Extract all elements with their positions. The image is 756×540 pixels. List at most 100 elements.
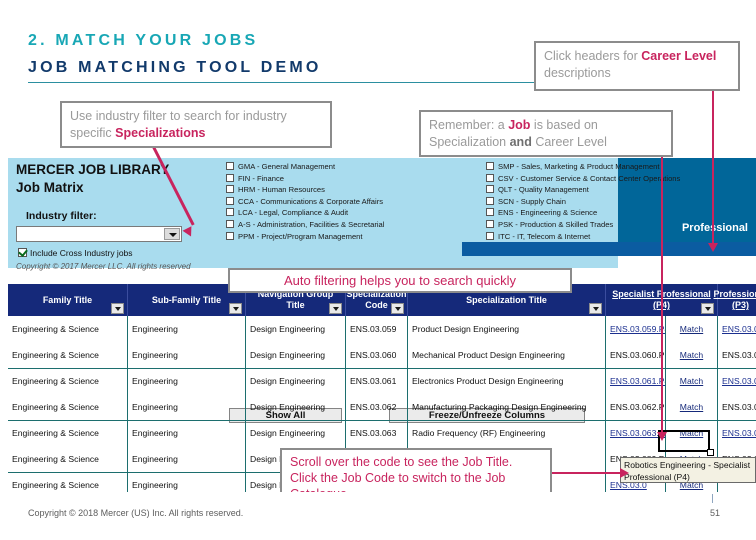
include-cross-industry-label: Include Cross Industry jobs [30, 248, 133, 258]
table-cell: Engineering & Science [8, 394, 128, 420]
table-cell[interactable]: ENS.03.059.P30 [718, 316, 756, 342]
grid-header-professional-p3[interactable]: Professional (P3) [713, 284, 756, 316]
family-filter-csv[interactable]: CSV - Customer Service & Contact Center … [486, 173, 680, 185]
checkbox-icon-smp[interactable] [486, 162, 494, 170]
table-cell[interactable]: ENS.03.061.P30 [718, 368, 756, 394]
checkbox-icon-ppm[interactable] [226, 231, 234, 240]
table-cell: Engineering [128, 368, 246, 394]
family-filter-ppm[interactable]: PPM - Project/Program Management [226, 231, 384, 243]
callout-remember-p1: Remember: a [429, 118, 509, 132]
app-title-line2: Job Matrix [16, 180, 84, 195]
family-label-hrm: HRM - Human Resources [238, 185, 325, 195]
table-row[interactable]: Engineering & ScienceEngineeringDesign E… [8, 316, 756, 342]
family-filter-qlt[interactable]: QLT - Quality Management [486, 184, 680, 196]
table-row[interactable]: Engineering & ScienceEngineeringDesign E… [8, 368, 756, 394]
grid-header-label: Sub-Family Title [151, 294, 222, 305]
table-cell: Design Engineering [246, 342, 346, 368]
family-label-cca: CCA - Communications & Corporate Affairs [238, 196, 384, 206]
footer-copyright: Copyright © 2018 Mercer (US) Inc. All ri… [28, 508, 244, 518]
table-row[interactable]: Engineering & ScienceEngineeringDesign E… [8, 342, 756, 368]
page-number: 51 [710, 508, 721, 518]
page-title-primary: 2. MATCH YOUR JOBS [28, 32, 259, 49]
table-cell: Design Engineering [246, 316, 346, 342]
family-filter-fin[interactable]: FIN - Finance [226, 173, 384, 185]
filter-dropdown-icon[interactable] [701, 303, 714, 314]
family-filter-itc[interactable]: ITC - IT, Telecom & Internet [486, 231, 680, 243]
family-filter-scn[interactable]: SCN - Supply Chain [486, 196, 680, 208]
table-cell: Design Engineering [246, 420, 346, 446]
table-cell: Engineering [128, 342, 246, 368]
checkbox-icon-qlt[interactable] [486, 185, 494, 194]
checkbox-icon-fin[interactable] [226, 173, 234, 182]
match-link[interactable]: Match [666, 394, 718, 420]
table-cell: Engineering & Science [8, 420, 128, 446]
table-cell[interactable]: ENS.03.061.P40 [606, 368, 666, 394]
pointer-arrow-scroll-hint [552, 472, 622, 474]
family-label-itc: ITC - IT, Telecom & Internet [498, 231, 591, 241]
industry-filter-label: Industry filter: [26, 210, 97, 222]
checkbox-icon-scn[interactable] [486, 196, 494, 205]
table-cell: ENS.03.060.P10 [606, 342, 666, 368]
family-filter-psk[interactable]: PSK - Production & Skilled Trades [486, 219, 680, 231]
checkbox-icon-gma[interactable] [226, 162, 234, 170]
family-filter-smp[interactable]: SMP - Sales, Marketing & Product Managem… [486, 161, 680, 173]
filter-dropdown-icon[interactable] [391, 303, 404, 314]
family-label-csv: CSV - Customer Service & Contact Center … [498, 173, 681, 183]
family-filter-ens[interactable]: ENS - Engineering & Science [486, 207, 680, 219]
family-filter-a-s[interactable]: A-S - Administration, Facilities & Secre… [226, 219, 384, 231]
slide-canvas: 2. MATCH YOUR JOBS JOB MATCHING TOOL DEM… [0, 0, 756, 540]
checkbox-icon-a-s[interactable] [226, 219, 234, 228]
chevron-down-icon[interactable] [164, 228, 180, 240]
callout-industry-filter: Use industry filter to search for indust… [60, 101, 332, 148]
family-filter-hrm[interactable]: HRM - Human Resources [226, 184, 384, 196]
checkbox-icon-psk[interactable] [486, 219, 494, 228]
table-cell[interactable]: ENS.03.063.P30 [718, 420, 756, 446]
callout-career-text-before: Click headers for [544, 49, 642, 63]
table-cell: Engineering [128, 446, 246, 472]
pointer-arrow-career-head [708, 243, 718, 252]
table-row[interactable]: Engineering & ScienceEngineeringDesign E… [8, 394, 756, 420]
checkbox-icon-csv[interactable] [486, 173, 494, 182]
table-cell[interactable]: ENS.03.059.P40 [606, 316, 666, 342]
tool-copyright: Copyright © 2017 Mercer LLC. All rights … [16, 262, 191, 271]
family-filter-column-right: SMP - Sales, Marketing & Product Managem… [486, 161, 680, 242]
match-link[interactable]: Match [666, 342, 718, 368]
match-link[interactable]: Match [666, 368, 718, 394]
table-cell: Product Design Engineering [408, 316, 606, 342]
checkbox-icon-lca[interactable] [226, 208, 234, 217]
family-label-fin: FIN - Finance [238, 173, 284, 183]
filter-dropdown-icon[interactable] [589, 303, 602, 314]
family-label-psk: PSK - Production & Skilled Trades [498, 219, 614, 229]
checkbox-icon-include-cross-industry[interactable] [18, 248, 27, 257]
table-row[interactable]: Engineering & ScienceEngineeringDesign E… [8, 420, 756, 446]
table-cell: Engineering & Science [8, 342, 128, 368]
table-cell: Design Engineering [246, 394, 346, 420]
family-filter-cca[interactable]: CCA - Communications & Corporate Affairs [226, 196, 384, 208]
table-cell: Engineering [128, 420, 246, 446]
table-cell: ENS.03.062 [346, 394, 408, 420]
checkbox-icon-hrm[interactable] [226, 185, 234, 194]
checkbox-icon-cca[interactable] [226, 196, 234, 205]
industry-filter-dropdown[interactable] [16, 226, 182, 242]
family-filter-gma[interactable]: GMA - General Management [226, 161, 384, 173]
include-cross-industry-row[interactable]: Include Cross Industry jobs [18, 248, 133, 258]
selection-fill-handle[interactable] [707, 449, 714, 456]
filter-dropdown-icon[interactable] [111, 303, 124, 314]
table-cell: Radio Frequency (RF) Engineering [408, 420, 606, 446]
family-filter-lca[interactable]: LCA - Legal, Compliance & Audit [226, 207, 384, 219]
checkbox-icon-itc[interactable] [486, 231, 494, 240]
pointer-arrow-career-level [712, 91, 714, 246]
footer-divider [712, 494, 713, 503]
grid-header-family-title[interactable]: Family Title [8, 284, 128, 316]
table-cell: Electronics Product Design Engineering [408, 368, 606, 394]
page-title-secondary: JOB MATCHING TOOL DEMO [28, 59, 322, 76]
callout-auto-filter: Auto filtering helps you to search quick… [228, 268, 572, 293]
table-cell: Engineering [128, 394, 246, 420]
match-link[interactable]: Match [666, 316, 718, 342]
table-cell: ENS.03.062.P30 [718, 394, 756, 420]
filter-dropdown-icon[interactable] [229, 303, 242, 314]
checkbox-icon-ens[interactable] [486, 208, 494, 217]
filter-dropdown-icon[interactable] [329, 303, 342, 314]
pointer-arrow-remember [661, 157, 663, 437]
table-cell: Engineering & Science [8, 446, 128, 472]
